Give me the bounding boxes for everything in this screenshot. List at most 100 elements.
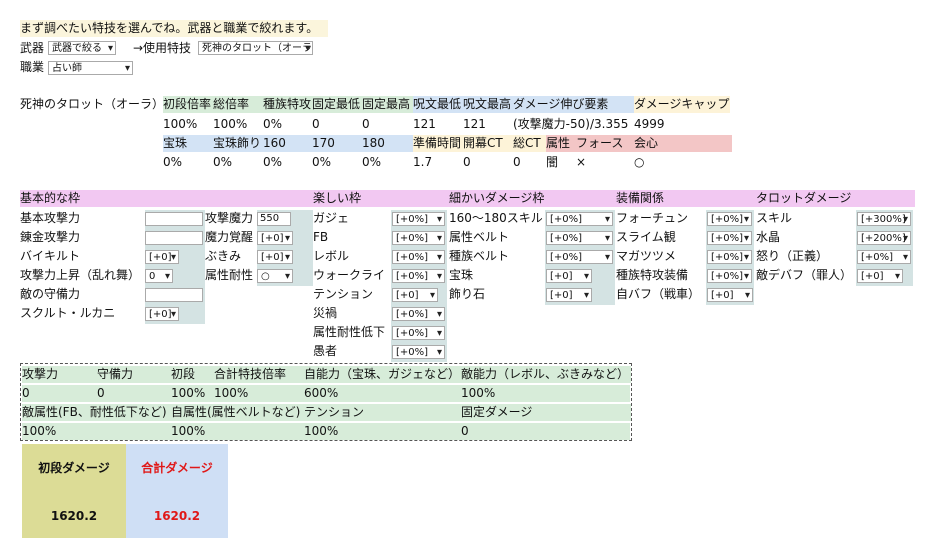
skill-header-cell: 呪文最高 <box>463 96 513 113</box>
fun-row-label: FB <box>313 230 329 244</box>
summary-value-cell: 0 <box>22 386 30 400</box>
basic-row-label: 錬金攻撃力 <box>20 230 81 244</box>
detail-row-select[interactable]: [+0%] <box>546 250 613 264</box>
detail-row-select[interactable]: [+0%] <box>546 212 613 226</box>
fun-row-select[interactable]: [+0%] <box>392 269 445 283</box>
section-header-equip: 装備関係 <box>616 190 756 207</box>
skill-header-cell: ダメージキャップ <box>634 96 730 113</box>
fun-row-select[interactable]: [+0%] <box>392 345 445 359</box>
weapon-label: 武器 <box>20 41 45 55</box>
skill-value-cell: 0 <box>362 117 370 131</box>
basic-row-input[interactable]: [+0] <box>145 250 179 264</box>
fun-row-select[interactable]: [+0%] <box>392 250 445 264</box>
summary-header-cell: 自能力（宝珠、ガジェなど） <box>304 366 461 383</box>
summary-header-cell: 固定ダメージ <box>461 404 631 421</box>
detail-row-label: 飾り石 <box>449 287 486 301</box>
skill-value-cell: 1.7 <box>413 155 433 169</box>
fun-row-select[interactable]: [+0%] <box>392 212 445 226</box>
basic-row2-label: 属性耐性 <box>205 268 254 282</box>
equip-row-label: マガツツメ <box>616 249 677 263</box>
tarot-row-select[interactable]: [+200%] <box>857 231 911 245</box>
basic-row2-input[interactable]: [+0] <box>257 231 293 245</box>
first-damage-label: 初段ダメージ <box>38 461 110 475</box>
tarot-row-label: スキル <box>756 211 793 225</box>
basic-row-input[interactable] <box>145 288 203 302</box>
summary-value-cell: 600% <box>304 386 339 400</box>
skill-header-cell: 準備時間 <box>413 135 463 152</box>
equip-row-select[interactable]: [+0] <box>707 288 753 302</box>
skill-name: 死神のタロット（オーラ） <box>20 97 165 111</box>
skill-header-cell: 初段倍率 <box>163 96 213 113</box>
basic-row2-label: ぶきみ <box>205 249 242 263</box>
summary-header-cell: 自属性(属性ベルトなど) <box>171 404 304 421</box>
detail-row-select[interactable]: [+0] <box>546 269 592 283</box>
skill-header-cell: 170 <box>312 135 362 152</box>
tarot-row-select[interactable]: [+300%] <box>857 212 911 226</box>
equip-row-select[interactable]: [+0%] <box>707 269 752 283</box>
equip-row-select[interactable]: [+0%] <box>707 250 752 264</box>
fun-row-select[interactable]: [+0] <box>392 288 438 302</box>
summary-value-cell: 100% <box>461 386 496 400</box>
skill-header-cell: 総CT <box>513 135 546 152</box>
skill-value-cell: 0 <box>463 155 471 169</box>
skill-value-cell: 0 <box>312 117 320 131</box>
detail-row-label: 属性ベルト <box>449 230 510 244</box>
equip-row-select[interactable]: [+0%] <box>707 212 752 226</box>
basic-row2-input[interactable]: [+0] <box>257 250 293 264</box>
summary-value-cell: 0 <box>97 386 105 400</box>
skill-value-cell: 0% <box>263 155 283 169</box>
skill-header-cell: 160 <box>263 135 312 152</box>
fun-row-select[interactable]: [+0%] <box>392 326 445 340</box>
skill-header-cell: 属性 <box>546 135 576 152</box>
tarot-row-label: 敵デバフ（罪人） <box>756 268 853 282</box>
equip-row-select[interactable]: [+0%] <box>707 231 752 245</box>
tarot-row-select[interactable]: [+0%] <box>857 250 911 264</box>
weapon-select[interactable]: 武器で絞る <box>48 41 116 55</box>
detail-row-select[interactable]: [+0] <box>546 288 592 302</box>
skill-arrow-label: →使用特技 <box>133 41 192 55</box>
skill-header-cell: フォース <box>576 135 634 152</box>
skill-value-cell: 100% <box>163 117 198 131</box>
tarot-row-label: 怒り（正義） <box>756 249 829 263</box>
summary-header-cell: 合計特技倍率 <box>214 366 304 383</box>
equip-row-label: 種族特攻装備 <box>616 268 689 282</box>
total-damage-label: 合計ダメージ <box>141 461 213 475</box>
basic-row-input[interactable] <box>145 231 203 245</box>
summary-header-cell: 守備力 <box>97 366 171 383</box>
detail-row-label: 宝珠 <box>449 268 474 282</box>
summary-value-cell: 100% <box>214 386 249 400</box>
basic-row-input[interactable] <box>145 212 203 226</box>
detail-row-label: 種族ベルト <box>449 249 510 263</box>
basic-row-input[interactable]: 0 <box>145 269 173 283</box>
equip-row-label: フォーチュン <box>616 211 689 225</box>
skill-select[interactable]: 死神のタロット（オーラ） <box>198 41 313 55</box>
skill-header-cell: 固定最高 <box>362 96 413 113</box>
basic-row-label: 基本攻撃力 <box>20 211 81 225</box>
fun-row-label: ガジェ <box>313 211 350 225</box>
skill-value-cell: 0% <box>163 155 183 169</box>
job-select[interactable]: 占い師 <box>48 61 133 75</box>
fun-row-label: レボル <box>313 249 350 263</box>
basic-row2-input[interactable]: ○ <box>257 269 293 283</box>
job-label: 職業 <box>20 60 45 74</box>
basic-row2-input[interactable]: 550 <box>257 212 291 226</box>
intro-text: まず調べたい特技を選んでね。武器と職業で絞れます。 <box>20 20 328 37</box>
skill-value-cell: 121 <box>463 117 486 131</box>
skill-header-cell: 180 <box>362 135 413 152</box>
skill-header-cell: 宝珠 <box>163 135 213 152</box>
fun-row-select[interactable]: [+0%] <box>392 307 445 321</box>
skill-header-cell: 種族特攻 <box>263 96 312 113</box>
fun-row-select[interactable]: [+0%] <box>392 231 445 245</box>
equip-row-label: スライム観 <box>616 230 676 244</box>
summary-header-cell: 初段 <box>171 366 214 383</box>
basic-row-label: バイキルト <box>20 249 81 263</box>
skill-value-cell: 121 <box>413 117 436 131</box>
detail-row-label: 160～180スキル <box>449 211 543 225</box>
tarot-row-select[interactable]: [+0] <box>857 269 903 283</box>
basic-row-input[interactable]: [+0] <box>145 307 179 321</box>
fun-row-label: 愚者 <box>313 344 338 358</box>
skill-header-cell: 開幕CT <box>463 135 513 152</box>
summary-value-cell: 100% <box>171 386 206 400</box>
summary-value-cell: 100% <box>22 424 57 438</box>
detail-row-select[interactable]: [+0%] <box>546 231 613 245</box>
